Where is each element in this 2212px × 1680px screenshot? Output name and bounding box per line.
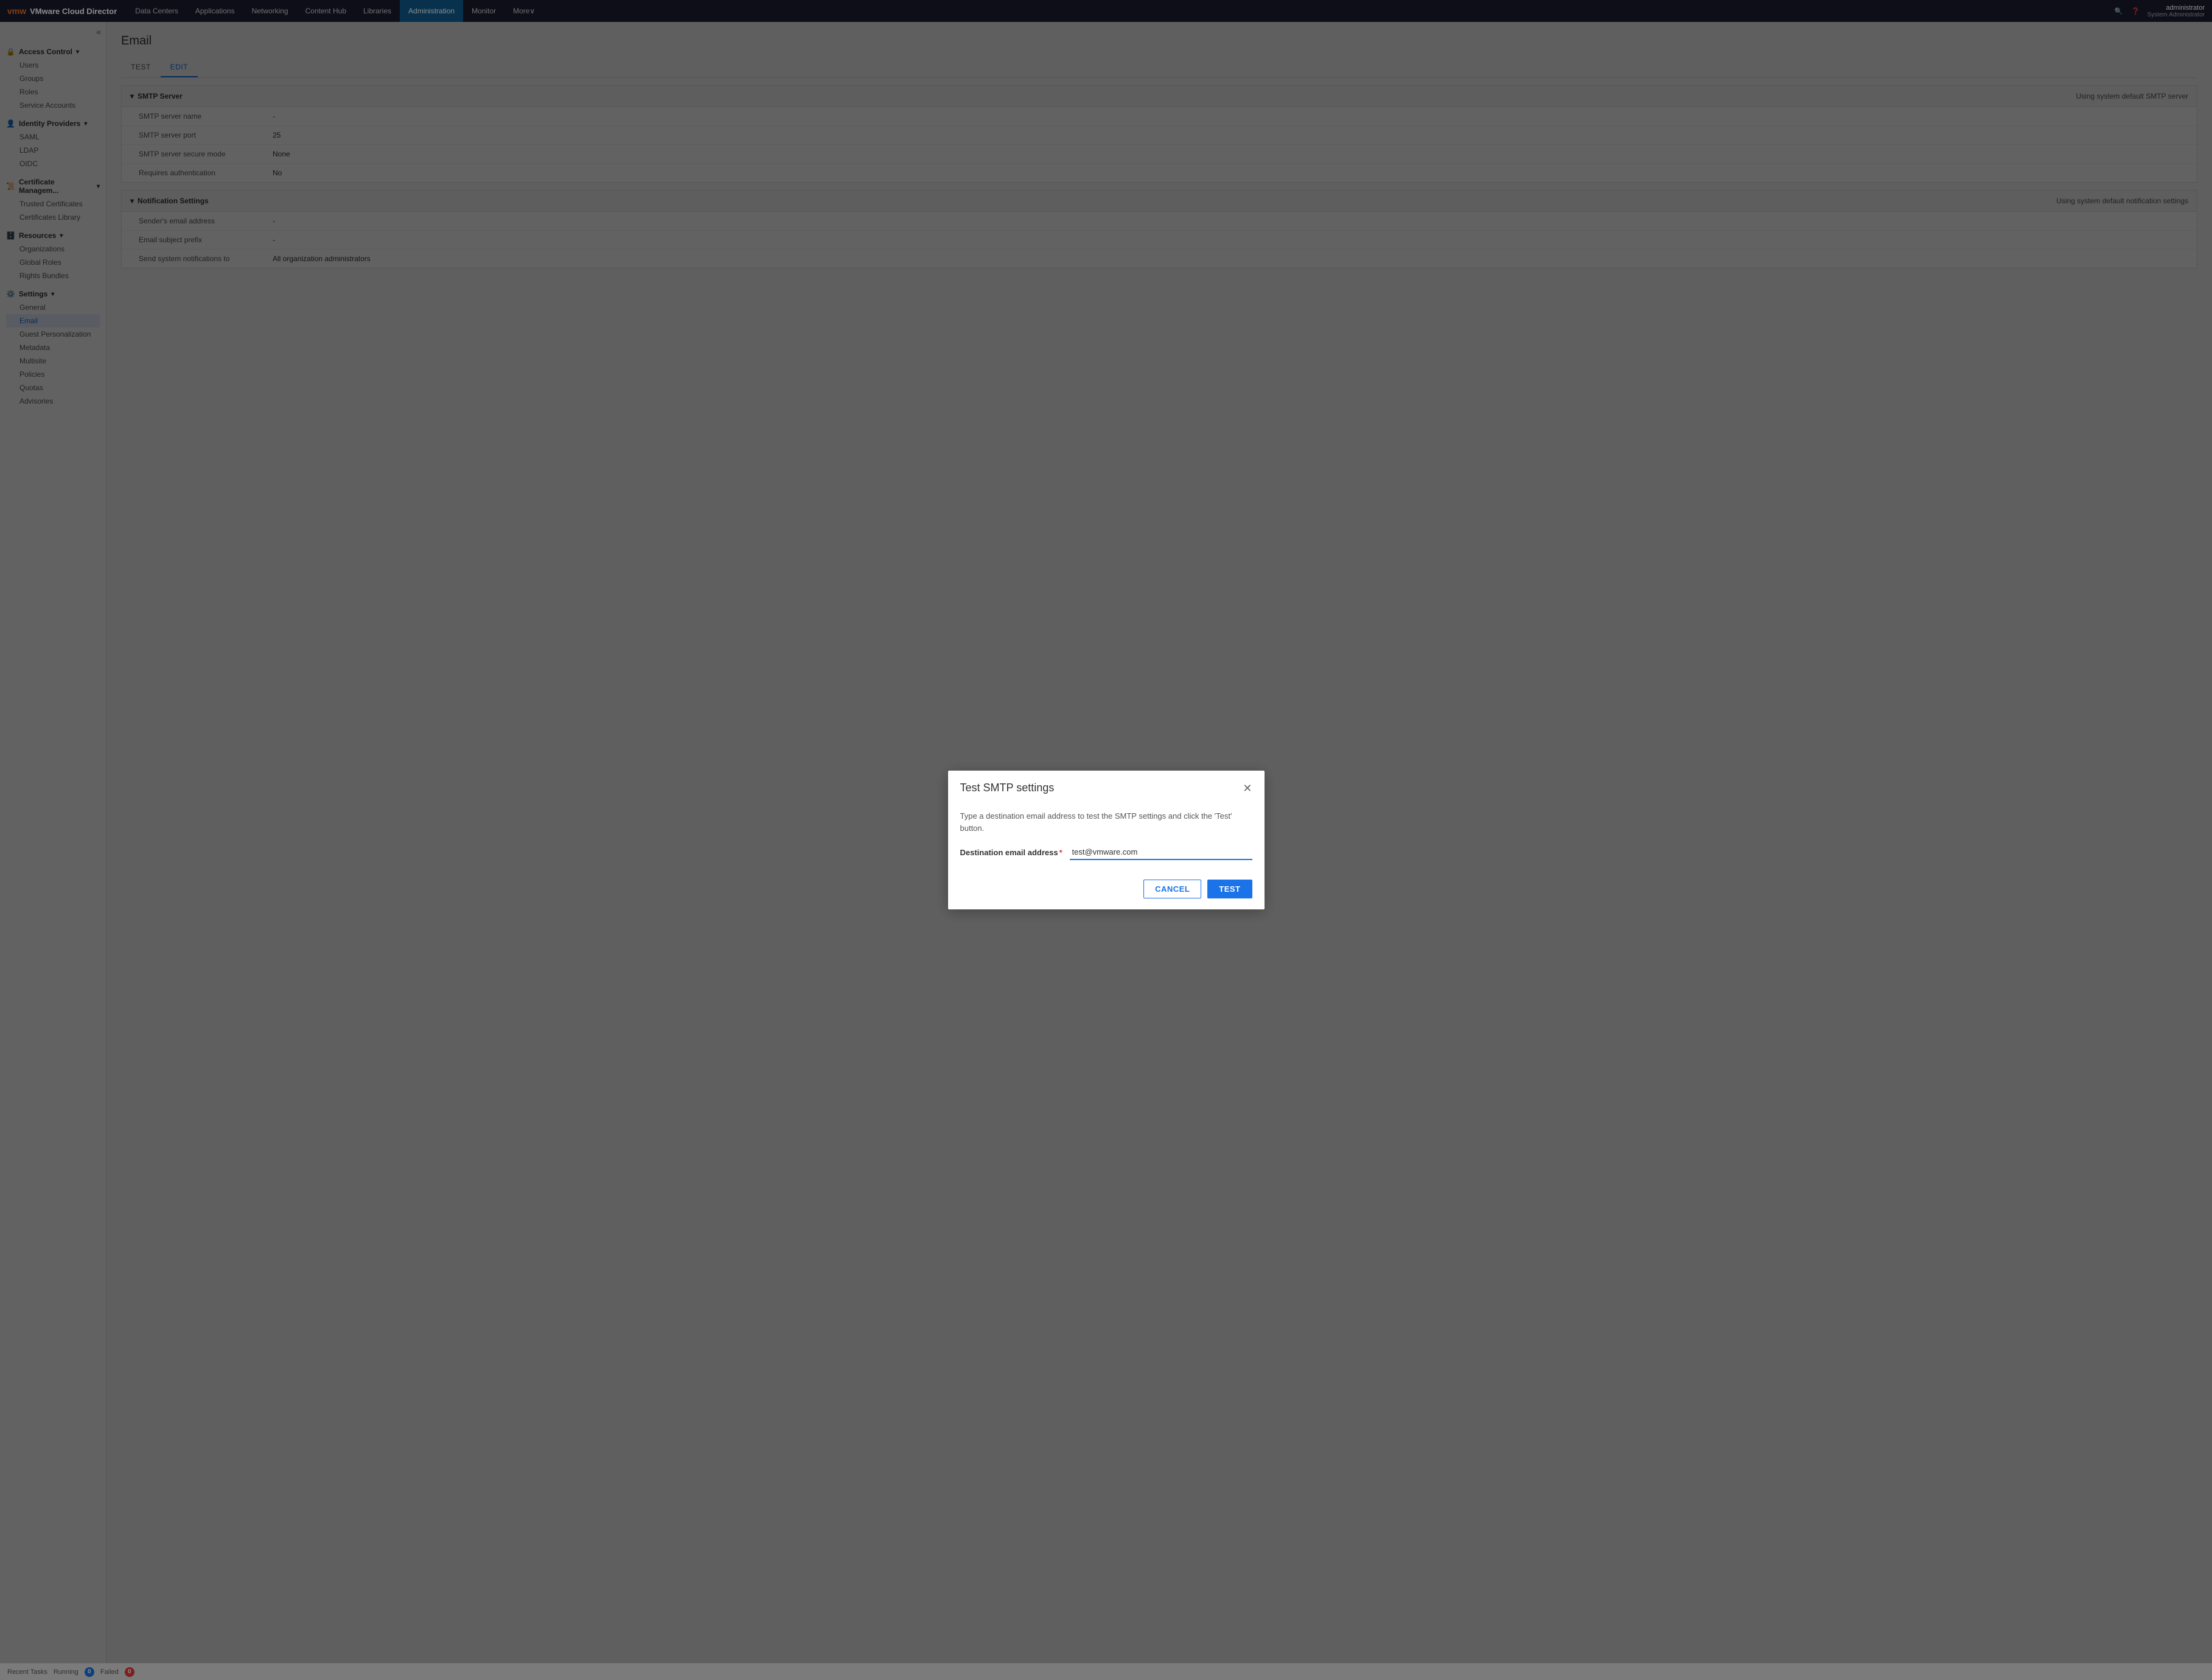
modal-title: Test SMTP settings <box>960 782 1055 794</box>
modal-footer: CANCEL TEST <box>948 872 1265 909</box>
modal-overlay: Test SMTP settings ✕ Type a destination … <box>0 0 2212 1680</box>
modal-field-email: Destination email address* <box>960 845 1252 860</box>
required-marker: * <box>1059 848 1062 857</box>
modal-close-button[interactable]: ✕ <box>1243 783 1252 794</box>
destination-email-label: Destination email address* <box>960 848 1070 857</box>
cancel-button[interactable]: CANCEL <box>1143 880 1201 898</box>
modal-description: Type a destination email address to test… <box>960 810 1252 834</box>
modal-dialog: Test SMTP settings ✕ Type a destination … <box>948 771 1265 909</box>
test-button[interactable]: TEST <box>1207 880 1252 898</box>
destination-email-input[interactable] <box>1070 845 1252 860</box>
modal-body: Type a destination email address to test… <box>948 802 1265 872</box>
modal-header: Test SMTP settings ✕ <box>948 771 1265 802</box>
